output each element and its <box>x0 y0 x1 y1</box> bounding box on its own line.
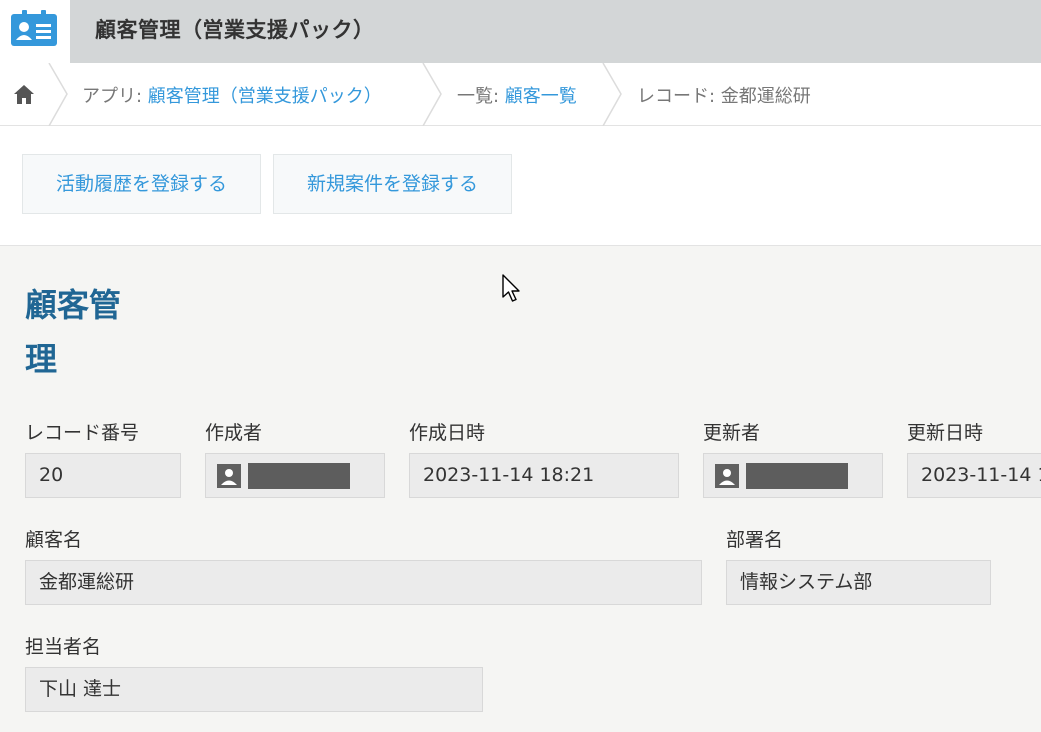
customer-name-label: 顧客名 <box>25 529 83 551</box>
breadcrumb-list-prefix: 一覧: <box>457 86 505 107</box>
breadcrumb-record: レコード: 金都運総研 <box>637 82 811 108</box>
updated-at-label: 更新日時 <box>907 422 984 444</box>
creator-value <box>205 453 385 498</box>
customer-name-value: 金都運総研 <box>25 560 702 605</box>
home-icon[interactable] <box>13 83 35 105</box>
register-case-button[interactable]: 新規案件を登録する <box>273 154 512 214</box>
breadcrumb: アプリ: 顧客管理（営業支援パック） 一覧: 顧客一覧 レコード: 金都運総研 <box>0 63 1041 126</box>
app-icon-container[interactable] <box>0 0 70 63</box>
updated-at-value: 2023-11-14 18:21 <box>907 453 1041 498</box>
record-title-line1: 顧客管 <box>25 286 122 324</box>
record-number-value: 20 <box>25 453 181 498</box>
breadcrumb-app-prefix: アプリ: <box>82 86 148 107</box>
breadcrumb-list[interactable]: 一覧: 顧客一覧 <box>457 82 577 108</box>
user-icon <box>217 464 241 488</box>
record-title-line2: 理 <box>25 340 58 378</box>
updater-value <box>703 453 883 498</box>
department-value: 情報システム部 <box>726 560 991 605</box>
breadcrumb-app-link[interactable]: 顧客管理（営業支援パック） <box>148 86 382 107</box>
breadcrumb-record-prefix: レコード: <box>637 86 721 107</box>
breadcrumb-separator <box>602 63 622 126</box>
mouse-cursor-icon <box>502 274 520 302</box>
breadcrumb-separator <box>48 63 68 126</box>
breadcrumb-separator <box>422 63 442 126</box>
department-label: 部署名 <box>726 529 784 551</box>
contact-card-icon <box>11 10 57 46</box>
app-header: 顧客管理（営業支援パック） <box>0 0 1041 63</box>
breadcrumb-record-name: 金都運総研 <box>720 86 811 107</box>
record-number-label: レコード番号 <box>25 422 140 444</box>
breadcrumb-app[interactable]: アプリ: 顧客管理（営業支援パック） <box>82 82 382 108</box>
record-title: 顧客管 理 <box>25 278 155 386</box>
user-icon <box>715 464 739 488</box>
breadcrumb-list-link[interactable]: 顧客一覧 <box>505 86 577 107</box>
redacted-user-name <box>248 463 350 489</box>
created-at-label: 作成日時 <box>409 422 486 444</box>
person-label: 担当者名 <box>25 636 102 658</box>
creator-label: 作成者 <box>205 422 263 444</box>
redacted-user-name <box>746 463 848 489</box>
app-title: 顧客管理（営業支援パック） <box>95 18 375 42</box>
updater-label: 更新者 <box>703 422 761 444</box>
person-value: 下山 達士 <box>25 667 483 712</box>
register-activity-button[interactable]: 活動履歴を登録する <box>22 154 261 214</box>
action-bar: 活動履歴を登録する 新規案件を登録する <box>0 126 1041 246</box>
created-at-value: 2023-11-14 18:21 <box>409 453 679 498</box>
